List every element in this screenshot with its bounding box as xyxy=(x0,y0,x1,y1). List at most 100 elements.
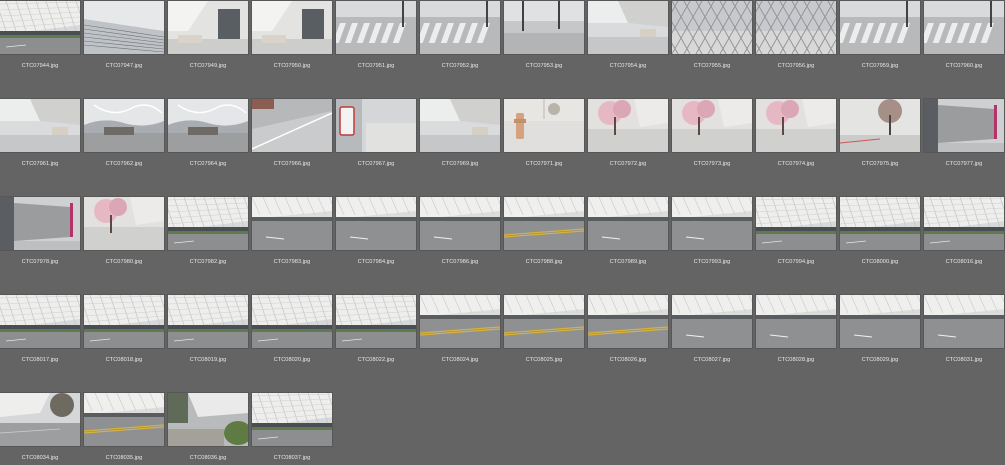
thumbnail-image[interactable] xyxy=(0,1,80,54)
thumbnail-item[interactable]: CTC08034.jpg xyxy=(0,393,80,463)
thumbnail-image[interactable] xyxy=(336,295,416,348)
thumbnail-image[interactable] xyxy=(840,197,920,250)
thumbnail-item[interactable]: CTC07961.jpg xyxy=(0,99,80,169)
thumbnail-image[interactable] xyxy=(588,1,668,54)
thumbnail-item[interactable]: CTC07977.jpg xyxy=(924,99,1004,169)
thumbnail-image[interactable] xyxy=(672,197,752,250)
thumbnail-item[interactable]: CTC07950.jpg xyxy=(252,1,332,71)
thumbnail-item[interactable]: CTC07971.jpg xyxy=(504,99,584,169)
thumbnail-image[interactable] xyxy=(168,197,248,250)
thumbnail-image[interactable] xyxy=(756,295,836,348)
thumbnail-image[interactable] xyxy=(252,99,332,152)
thumbnail-image[interactable] xyxy=(924,295,1004,348)
thumbnail-item[interactable]: CTC08019.jpg xyxy=(168,295,248,365)
thumbnail-image[interactable] xyxy=(924,197,1004,250)
thumbnail-image[interactable] xyxy=(672,99,752,152)
thumbnail-image[interactable] xyxy=(252,1,332,54)
thumbnail-image[interactable] xyxy=(924,99,1004,152)
thumbnail-item[interactable]: CTC07989.jpg xyxy=(588,197,668,267)
thumbnail-item[interactable]: CTC07944.jpg xyxy=(0,1,80,71)
thumbnail-image[interactable] xyxy=(756,1,836,54)
thumbnail-image[interactable] xyxy=(168,1,248,54)
thumbnail-item[interactable]: CTC08037.jpg xyxy=(252,393,332,463)
thumbnail-item[interactable]: CTC08020.jpg xyxy=(252,295,332,365)
thumbnail-item[interactable]: CTC07984.jpg xyxy=(336,197,416,267)
thumbnail-image[interactable] xyxy=(420,197,500,250)
thumbnail-item[interactable]: CTC07978.jpg xyxy=(0,197,80,267)
thumbnail-item[interactable]: CTC08022.jpg xyxy=(336,295,416,365)
thumbnail-image[interactable] xyxy=(420,1,500,54)
thumbnail-item[interactable]: CTC07973.jpg xyxy=(672,99,752,169)
thumbnail-image[interactable] xyxy=(0,393,80,446)
thumbnail-item[interactable]: CTC07964.jpg xyxy=(168,99,248,169)
thumbnail-item[interactable]: CTC07967.jpg xyxy=(336,99,416,169)
thumbnail-image[interactable] xyxy=(756,197,836,250)
thumbnail-image[interactable] xyxy=(504,99,584,152)
thumbnail-image[interactable] xyxy=(0,99,80,152)
thumbnail-item[interactable]: CTC08024.jpg xyxy=(420,295,500,365)
thumbnail-image[interactable] xyxy=(672,1,752,54)
thumbnail-image[interactable] xyxy=(84,1,164,54)
thumbnail-image[interactable] xyxy=(840,1,920,54)
thumbnail-image[interactable] xyxy=(588,197,668,250)
thumbnail-item[interactable]: CTC07951.jpg xyxy=(336,1,416,71)
thumbnail-image[interactable] xyxy=(420,99,500,152)
thumbnail-image[interactable] xyxy=(924,1,1004,54)
thumbnail-image[interactable] xyxy=(420,295,500,348)
thumbnail-image[interactable] xyxy=(336,1,416,54)
thumbnail-item[interactable]: CTC07982.jpg xyxy=(168,197,248,267)
thumbnail-item[interactable]: CTC07988.jpg xyxy=(504,197,584,267)
thumbnail-image[interactable] xyxy=(252,393,332,446)
thumbnail-image[interactable] xyxy=(672,295,752,348)
thumbnail-image[interactable] xyxy=(168,99,248,152)
thumbnail-item[interactable]: CTC08016.jpg xyxy=(924,197,1004,267)
thumbnail-image[interactable] xyxy=(168,295,248,348)
thumbnail-item[interactable]: CTC07952.jpg xyxy=(420,1,500,71)
thumbnail-item[interactable]: CTC08017.jpg xyxy=(0,295,80,365)
thumbnail-item[interactable]: CTC08026.jpg xyxy=(588,295,668,365)
thumbnail-item[interactable]: CTC07962.jpg xyxy=(84,99,164,169)
thumbnail-image[interactable] xyxy=(84,295,164,348)
thumbnail-item[interactable]: CTC08027.jpg xyxy=(672,295,752,365)
thumbnail-item[interactable]: CTC07960.jpg xyxy=(924,1,1004,71)
thumbnail-item[interactable]: CTC07972.jpg xyxy=(588,99,668,169)
thumbnail-item[interactable]: CTC07993.jpg xyxy=(672,197,752,267)
thumbnail-item[interactable]: CTC07980.jpg xyxy=(84,197,164,267)
thumbnail-image[interactable] xyxy=(840,99,920,152)
thumbnail-item[interactable]: CTC07966.jpg xyxy=(252,99,332,169)
thumbnail-image[interactable] xyxy=(84,197,164,250)
thumbnail-image[interactable] xyxy=(588,295,668,348)
thumbnail-item[interactable]: CTC07975.jpg xyxy=(840,99,920,169)
thumbnail-image[interactable] xyxy=(84,99,164,152)
thumbnail-image[interactable] xyxy=(252,295,332,348)
thumbnail-item[interactable]: CTC07959.jpg xyxy=(840,1,920,71)
thumbnail-item[interactable]: CTC07974.jpg xyxy=(756,99,836,169)
thumbnail-item[interactable]: CTC07986.jpg xyxy=(420,197,500,267)
thumbnail-image[interactable] xyxy=(336,99,416,152)
thumbnail-item[interactable]: CTC08029.jpg xyxy=(840,295,920,365)
thumbnail-image[interactable] xyxy=(0,295,80,348)
thumbnail-item[interactable]: CTC08018.jpg xyxy=(84,295,164,365)
thumbnail-item[interactable]: CTC07953.jpg xyxy=(504,1,584,71)
thumbnail-image[interactable] xyxy=(504,295,584,348)
thumbnail-item[interactable]: CTC07994.jpg xyxy=(756,197,836,267)
thumbnail-item[interactable]: CTC08031.jpg xyxy=(924,295,1004,365)
thumbnail-item[interactable]: CTC07954.jpg xyxy=(588,1,668,71)
thumbnail-image[interactable] xyxy=(84,393,164,446)
thumbnail-image[interactable] xyxy=(168,393,248,446)
thumbnail-image[interactable] xyxy=(588,99,668,152)
thumbnail-image[interactable] xyxy=(840,295,920,348)
thumbnail-image[interactable] xyxy=(336,197,416,250)
thumbnail-image[interactable] xyxy=(252,197,332,250)
thumbnail-item[interactable]: CTC07956.jpg xyxy=(756,1,836,71)
thumbnail-image[interactable] xyxy=(504,197,584,250)
thumbnail-image[interactable] xyxy=(0,197,80,250)
thumbnail-item[interactable]: CTC07947.jpg xyxy=(84,1,164,71)
thumbnail-item[interactable]: CTC08036.jpg xyxy=(168,393,248,463)
thumbnail-item[interactable]: CTC07949.jpg xyxy=(168,1,248,71)
thumbnail-image[interactable] xyxy=(504,1,584,54)
thumbnail-item[interactable]: CTC08035.jpg xyxy=(84,393,164,463)
thumbnail-item[interactable]: CTC07983.jpg xyxy=(252,197,332,267)
thumbnail-item[interactable]: CTC08000.jpg xyxy=(840,197,920,267)
thumbnail-item[interactable]: CTC08028.jpg xyxy=(756,295,836,365)
